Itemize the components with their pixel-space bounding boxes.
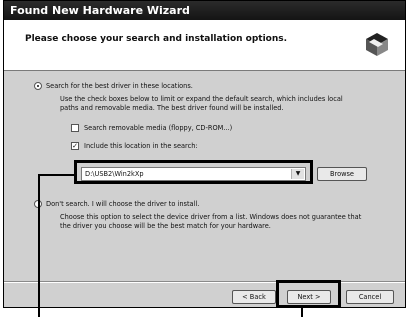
dont-search-description-line-2: the driver you choose will be the best m…	[60, 222, 271, 230]
next-callout-vertical	[301, 307, 303, 317]
location-callout-vertical	[38, 174, 40, 317]
window-title: Found New Hardware Wizard	[10, 4, 190, 17]
title-bar: Found New Hardware Wizard	[4, 1, 405, 20]
page-heading: Please choose your search and installati…	[25, 34, 288, 44]
search-option-label: Search for the best driver in these loca…	[46, 82, 193, 90]
location-highlight-box	[74, 160, 313, 184]
search-description: Use the check boxes below to limit or ex…	[60, 95, 343, 113]
removable-media-label: Search removable media (floppy, CD-ROM..…	[84, 124, 233, 132]
browse-button[interactable]: Browse	[317, 167, 367, 181]
dont-search-option-label: Don't search. I will choose the driver t…	[46, 200, 200, 208]
include-location-label: Include this location in the search:	[84, 142, 198, 150]
footer-divider	[4, 281, 405, 283]
dont-search-description-line-1: Choose this option to select the device …	[60, 213, 362, 221]
dont-search-description: Choose this option to select the device …	[60, 213, 361, 231]
wizard-body: Search for the best driver in these loca…	[4, 71, 405, 307]
cancel-button[interactable]: Cancel	[346, 290, 394, 304]
back-button[interactable]: < Back	[232, 290, 276, 304]
wizard-window: Found New Hardware Wizard Please choose …	[3, 0, 406, 308]
search-description-line-1: Use the check boxes below to limit or ex…	[60, 95, 343, 103]
search-radio[interactable]	[34, 82, 42, 90]
removable-media-checkbox[interactable]	[71, 124, 79, 132]
hardware-wizard-icon	[366, 33, 388, 56]
location-callout-horizontal	[38, 174, 74, 176]
search-description-line-2: paths and removable media. The best driv…	[60, 104, 284, 112]
wizard-header: Please choose your search and installati…	[4, 20, 405, 71]
include-location-checkbox[interactable]: ✓	[71, 142, 79, 150]
next-highlight-box	[276, 280, 341, 308]
